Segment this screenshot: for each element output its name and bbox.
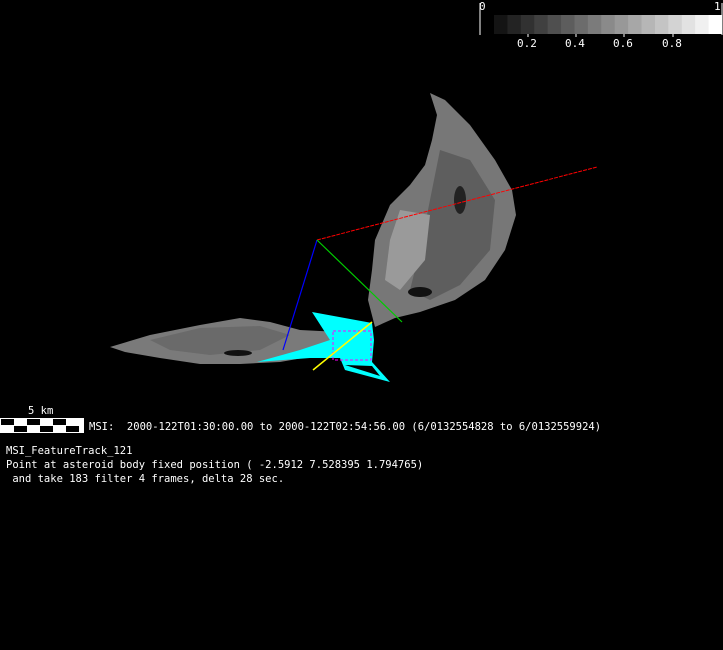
colorbar-step [668, 15, 683, 34]
colorbar-step [695, 15, 710, 34]
colorbar-step [628, 15, 643, 34]
colorbar [479, 3, 723, 37]
colorbar-step [507, 15, 522, 34]
colorbar-min-label: 0 [479, 0, 486, 13]
observation-name: MSI_FeatureTrack_121 [6, 445, 133, 457]
colorbar-step [561, 15, 575, 34]
colorbar-step [681, 15, 696, 34]
colorbar-step [534, 15, 549, 34]
observation-pointing: Point at asteroid body fixed position ( … [6, 459, 424, 471]
colorbar-step [614, 15, 629, 34]
colorbar-tick-label: 0.2 [517, 37, 537, 50]
colorbar-step [641, 15, 656, 34]
colorbar-step [494, 15, 508, 34]
colorbar-step [574, 15, 589, 34]
colorbar-step [547, 15, 562, 34]
colorbar-tick-label: 0.6 [613, 37, 633, 50]
colorbar-tick-label: 0.8 [662, 37, 682, 50]
3d-view-canvas[interactable] [0, 0, 723, 650]
msi-time-range: MSI: 2000-122T01:30:00.00 to 2000-122T02… [89, 421, 602, 433]
colorbar-tick-label: 0.4 [565, 37, 585, 50]
observation-frames: and take 183 filter 4 frames, delta 28 s… [6, 473, 285, 485]
colorbar-step [520, 15, 535, 34]
colorbar-step [587, 15, 602, 34]
scale-bar-label: 5 km [28, 405, 54, 417]
asteroid-mesh [110, 93, 516, 364]
scale-bar [0, 418, 84, 433]
colorbar-max-label: 1 [714, 0, 721, 13]
colorbar-step [708, 15, 723, 34]
colorbar-step [601, 15, 616, 34]
colorbar-step [654, 15, 669, 34]
